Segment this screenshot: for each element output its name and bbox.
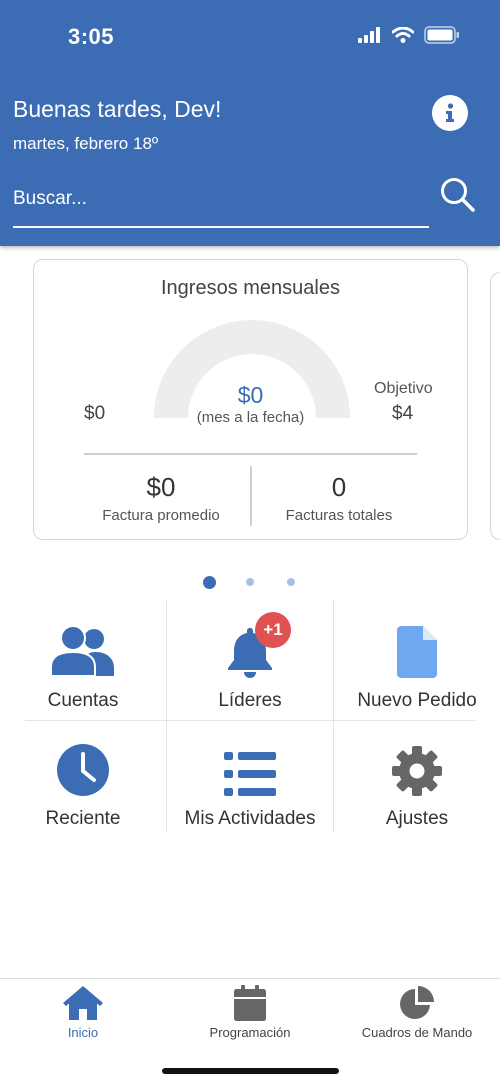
header: 3:05 Buenas tardes, Dev! martes, febrero… <box>0 0 500 246</box>
pie-chart-icon <box>400 986 434 1019</box>
wifi-icon <box>392 27 414 43</box>
page-dot-active[interactable] <box>202 575 216 589</box>
avg-invoice-label: Factura promedio <box>102 507 220 524</box>
tile-reciente[interactable]: Reciente <box>0 720 166 838</box>
tile-nuevo-pedido[interactable]: Nuevo Pedido <box>334 602 500 720</box>
card-divider <box>84 453 417 455</box>
tile-label: Ajustes <box>385 808 449 829</box>
search-icon <box>441 178 475 212</box>
search-button[interactable] <box>438 175 478 215</box>
tile-mis-actividades[interactable]: Mis Actividades <box>167 720 333 838</box>
next-card-peek[interactable] <box>490 272 500 540</box>
page-dot[interactable] <box>287 578 295 586</box>
tile-label: Líderes <box>218 690 282 711</box>
calendar-icon <box>234 985 266 1021</box>
search-input[interactable] <box>13 182 429 228</box>
list-icon <box>224 752 276 796</box>
total-invoices-label: Facturas totales <box>285 507 393 524</box>
avg-invoice-stat: $0 Factura promedio <box>66 472 256 524</box>
info-button[interactable] <box>432 95 468 131</box>
avg-invoice-value: $0 <box>146 472 176 502</box>
users-icon <box>50 626 114 677</box>
gear-icon <box>392 746 442 796</box>
tile-label: Cuentas <box>47 690 119 711</box>
nav-label: Programación <box>209 1025 291 1040</box>
nav-cuadros-de-mando[interactable]: Cuadros de Mando <box>334 985 500 1040</box>
tile-label: Mis Actividades <box>184 808 316 829</box>
tile-label: Reciente <box>45 808 121 829</box>
nav-inicio[interactable]: Inicio <box>0 985 166 1040</box>
status-icons <box>358 26 460 44</box>
total-invoices-value: 0 <box>331 472 347 502</box>
total-invoices-stat: 0 Facturas totales <box>244 472 434 524</box>
signal-icon <box>358 27 380 43</box>
tile-cuentas[interactable]: Cuentas <box>0 602 166 720</box>
tile-ajustes[interactable]: Ajustes <box>334 720 500 838</box>
card-title: Ingresos mensuales <box>161 277 340 299</box>
clock-icon <box>57 744 109 796</box>
nav-label: Cuadros de Mando <box>361 1025 473 1040</box>
file-icon <box>397 626 437 678</box>
tile-lideres[interactable]: +1 Líderes <box>167 602 333 720</box>
page-dot[interactable] <box>246 578 254 586</box>
target-title: Objetivo <box>374 380 433 397</box>
battery-icon <box>424 26 459 44</box>
nav-label: Inicio <box>67 1025 99 1040</box>
greeting: Buenas tardes, Dev! <box>13 96 222 122</box>
page-indicator[interactable] <box>0 575 500 589</box>
info-icon <box>446 103 454 122</box>
home-icon <box>63 986 103 1020</box>
home-indicator <box>162 1068 339 1074</box>
nav-programacion[interactable]: Programación <box>167 985 333 1040</box>
revenue-card[interactable]: Ingresos mensuales $0 (mes a la fecha) $… <box>33 259 468 540</box>
status-time: 3:05 <box>68 24 115 49</box>
date-label: martes, febrero 18º <box>13 134 159 153</box>
tile-label: Nuevo Pedido <box>357 690 477 711</box>
notification-badge: +1 <box>255 612 291 648</box>
gauge-min-value: $0 <box>84 403 106 424</box>
target-value: $4 <box>392 403 414 424</box>
